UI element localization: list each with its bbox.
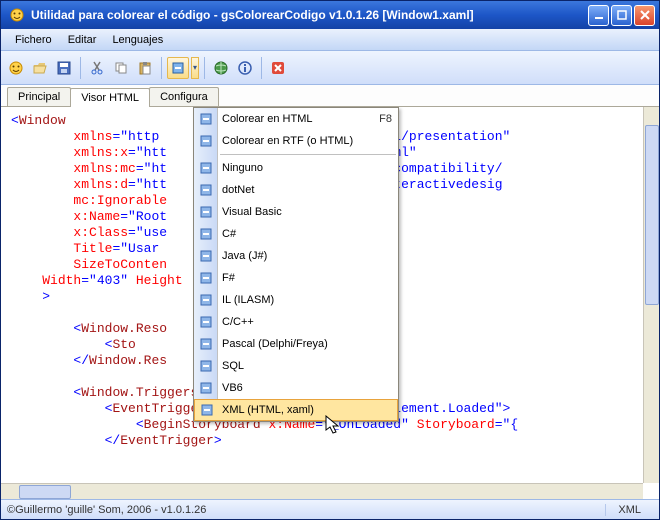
menu-item-icon [197, 203, 215, 221]
menu-item-icon [197, 335, 215, 353]
menu-item-icon [198, 401, 216, 419]
menu-item[interactable]: SQL [194, 355, 398, 377]
color-tool-icon[interactable] [167, 57, 189, 79]
cut-icon[interactable] [86, 57, 108, 79]
copy-icon[interactable] [110, 57, 132, 79]
menu-item-icon [197, 110, 215, 128]
menu-file[interactable]: Fichero [7, 31, 60, 49]
paste-icon[interactable] [134, 57, 156, 79]
menu-edit[interactable]: Editar [60, 31, 105, 49]
tab-configuracion[interactable]: Configura [149, 87, 219, 106]
smiley-icon[interactable] [5, 57, 27, 79]
languages-dropdown: Colorear en HTML F8 Colorear en RTF (o HTM… [193, 107, 399, 422]
menu-item-icon [197, 247, 215, 265]
menu-item-label: Colorear en HTML [222, 113, 312, 125]
menu-item-icon [197, 181, 215, 199]
vertical-scrollbar[interactable] [643, 107, 659, 483]
menu-item[interactable]: Colorear en HTML F8 [194, 108, 398, 130]
menu-item-icon [197, 225, 215, 243]
menu-item-icon [197, 313, 215, 331]
menu-item-hotkey: F8 [379, 113, 392, 125]
menu-item-label: SQL [222, 360, 244, 372]
menu-item-label: IL (ILASM) [222, 294, 274, 306]
minimize-button[interactable] [588, 5, 609, 26]
toolbar-separator [261, 57, 262, 79]
menu-item-label: C# [222, 228, 236, 240]
toolbar-separator [204, 57, 205, 79]
horizontal-scrollbar[interactable] [1, 483, 643, 499]
scrollbar-thumb[interactable] [645, 125, 659, 305]
menu-item[interactable]: IL (ILASM) [194, 289, 398, 311]
menu-item-label: Colorear en RTF (o HTML) [222, 135, 353, 147]
menu-item-icon [197, 291, 215, 309]
scrollbar-thumb[interactable] [19, 485, 71, 499]
open-icon[interactable] [29, 57, 51, 79]
tab-visor-html[interactable]: Visor HTML [70, 88, 150, 107]
toolbar: ▾ [1, 51, 659, 85]
menu-item[interactable]: C# [194, 223, 398, 245]
tabstrip: Principal Visor HTML Configura [1, 85, 659, 107]
save-icon[interactable] [53, 57, 75, 79]
code-viewport: <Window xmlns="http nfx/2006/xaml/presen… [1, 107, 659, 499]
menu-item-label: Pascal (Delphi/Freya) [222, 338, 328, 350]
menu-item-icon [197, 357, 215, 375]
menu-item[interactable]: dotNet [194, 179, 398, 201]
menu-item[interactable]: Pascal (Delphi/Freya) [194, 333, 398, 355]
menu-item[interactable]: C/C++ [194, 311, 398, 333]
menu-item-label: Java (J#) [222, 250, 267, 262]
info-icon[interactable] [234, 57, 256, 79]
toolbar-separator [80, 57, 81, 79]
menubar: Fichero Editar Lenguajes [1, 29, 659, 51]
menu-item-icon [197, 379, 215, 397]
tab-principal[interactable]: Principal [7, 87, 71, 106]
menu-item-icon [197, 159, 215, 177]
status-left: ©Guillermo 'guille' Som, 2006 - v1.0.1.2… [7, 504, 206, 516]
menu-item-label: F# [222, 272, 235, 284]
titlebar: Utilidad para colorear el código - gsCol… [1, 1, 659, 29]
stop-icon[interactable] [267, 57, 289, 79]
menu-item-label: VB6 [222, 382, 243, 394]
menu-item-label: XML (HTML, xaml) [222, 404, 314, 416]
menu-item-icon [197, 269, 215, 287]
dropdown-arrow-icon[interactable]: ▾ [191, 57, 199, 79]
maximize-button[interactable] [611, 5, 632, 26]
window-title: Utilidad para colorear el código - gsCol… [29, 8, 588, 22]
globe-icon[interactable] [210, 57, 232, 79]
menu-item[interactable]: Colorear en RTF (o HTML) [194, 130, 398, 152]
menu-languages[interactable]: Lenguajes [104, 31, 171, 49]
menu-item[interactable]: Ninguno [194, 157, 398, 179]
status-language: XML [605, 504, 653, 516]
menu-item-icon [197, 132, 215, 150]
menu-item-label: dotNet [222, 184, 254, 196]
menu-item-label: C/C++ [222, 316, 254, 328]
close-button[interactable] [634, 5, 655, 26]
menu-item[interactable]: VB6 [194, 377, 398, 399]
statusbar: ©Guillermo 'guille' Som, 2006 - v1.0.1.2… [1, 499, 659, 519]
menu-item-label: Ninguno [222, 162, 263, 174]
menu-item-label: Visual Basic [222, 206, 282, 218]
menu-item[interactable]: Visual Basic [194, 201, 398, 223]
toolbar-separator [161, 57, 162, 79]
menu-item[interactable]: Java (J#) [194, 245, 398, 267]
menu-item[interactable]: F# [194, 267, 398, 289]
menu-item[interactable]: XML (HTML, xaml) [194, 399, 398, 421]
menu-separator [220, 154, 396, 155]
app-icon [9, 7, 25, 23]
